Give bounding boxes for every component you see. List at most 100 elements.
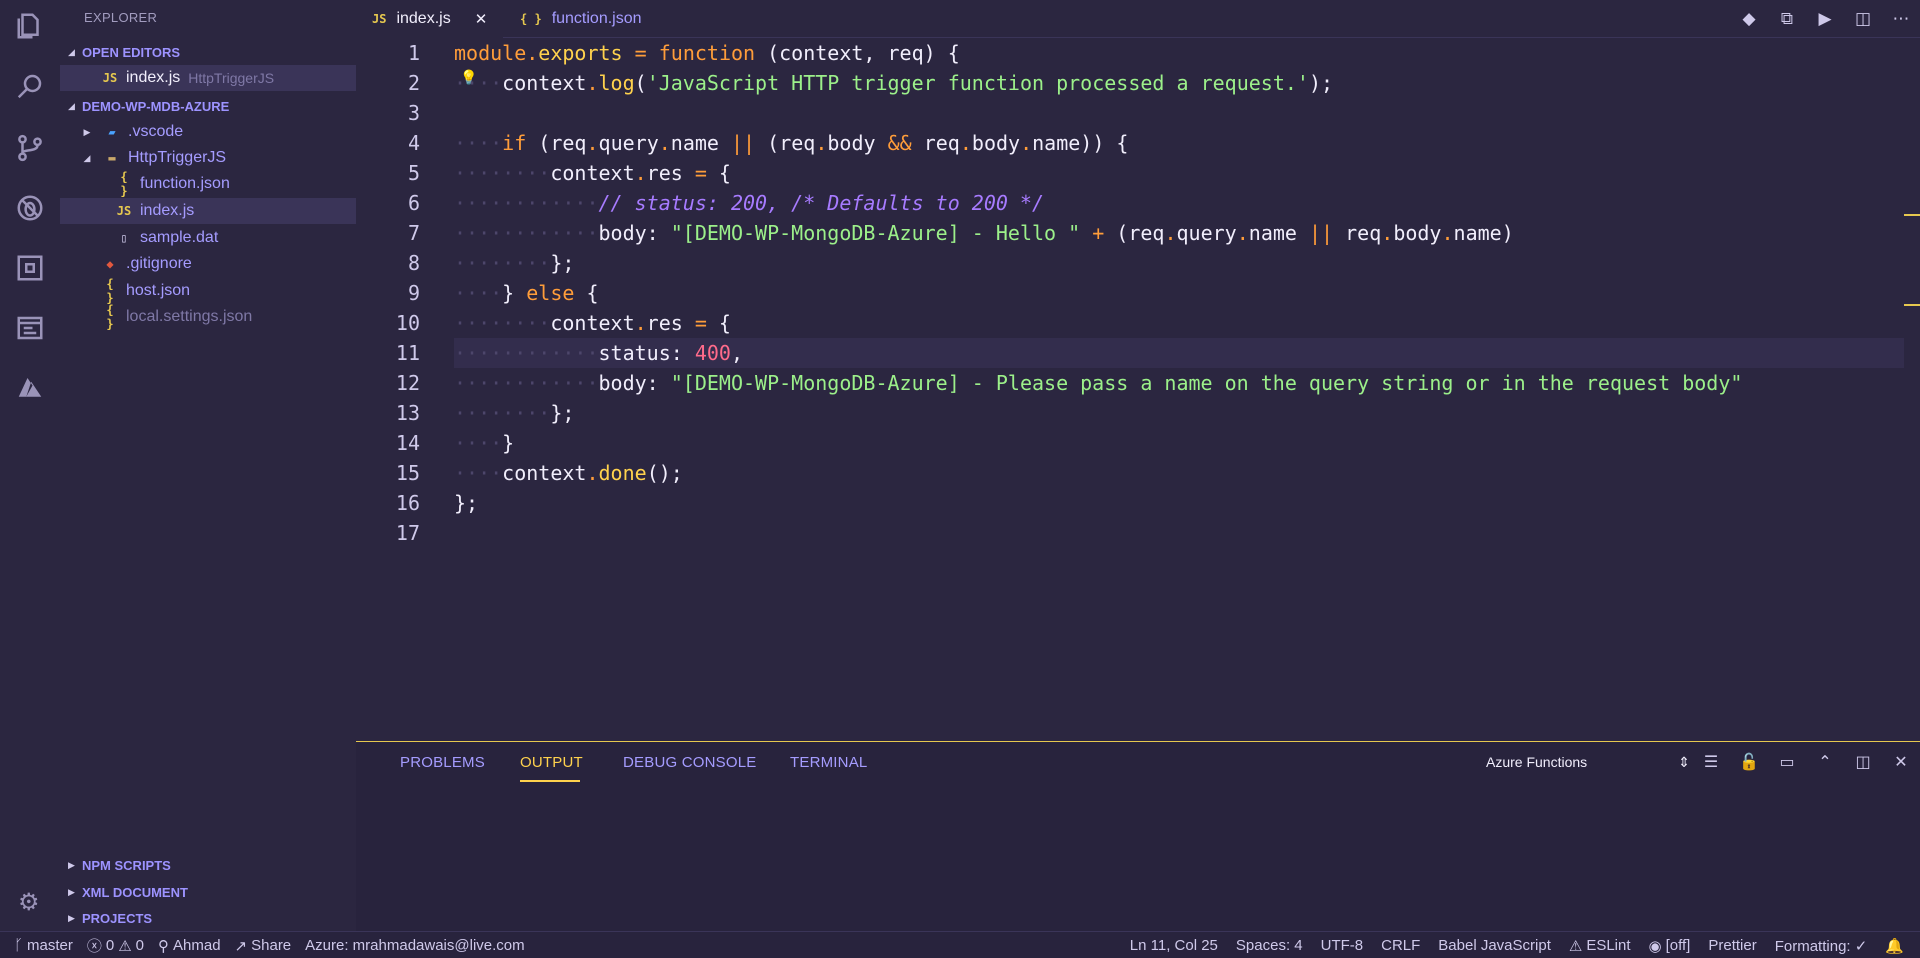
azure-icon[interactable] [12, 370, 48, 406]
code-line[interactable]: }; [454, 488, 478, 518]
code-line[interactable]: ····if (req.query.name || (req.body && r… [454, 128, 1128, 158]
azure-account[interactable]: Azure: mrahmadawais@live.com [305, 937, 524, 954]
eslint-label: ESLint [1586, 937, 1631, 954]
explorer-sidebar: EXPLORER ◢ OPEN EDITORS JS index.js Http… [60, 0, 356, 931]
line-number: 10 [395, 311, 420, 335]
maximize-panel-icon[interactable]: ⌃ [1806, 752, 1844, 772]
tab-index-js[interactable]: JS index.js ✕ [356, 0, 504, 38]
project-section[interactable]: ◢ DEMO-WP-MDB-AZURE [60, 95, 356, 117]
vscode-window: ⚙ EXPLORER ◢ OPEN EDITORS JS index.js Ht… [0, 0, 1920, 958]
error-count: 0 [105, 937, 115, 954]
user-indicator[interactable]: ⚲ Ahmad [158, 937, 221, 955]
tab-label: function.json [551, 10, 642, 27]
projects-section[interactable]: ▶ PROJECTS [60, 905, 356, 931]
share-button[interactable]: ↗ Share [235, 937, 292, 955]
section-label: NPM SCRIPTS [82, 857, 171, 873]
indentation[interactable]: Spaces: 4 [1236, 937, 1303, 954]
explorer-icon[interactable] [12, 8, 48, 44]
code-token: context [502, 71, 587, 95]
azure-account-label: Azure: mrahmadawais@live.com [305, 937, 525, 954]
chevron-down-icon: ◢ [68, 46, 75, 57]
tab-terminal[interactable]: TERMINAL [790, 754, 867, 771]
tree-item-gitignore[interactable]: ◆ .gitignore [60, 251, 356, 277]
code-token: }; [550, 251, 575, 275]
code-token: ···· [454, 431, 503, 455]
code-line[interactable]: ····context.done(); [454, 458, 683, 488]
code-token: query [1176, 221, 1237, 245]
encoding[interactable]: UTF-8 [1321, 937, 1364, 954]
tree-item-index-js[interactable]: JS index.js [60, 198, 356, 224]
split-editor-icon[interactable]: ◫ [1844, 9, 1882, 29]
eslint-status[interactable]: ⚠ ESLint [1569, 937, 1631, 955]
code-line[interactable]: ····context.log('JavaScript HTTP trigger… [454, 68, 1333, 98]
code-token: . [959, 131, 972, 155]
live-status[interactable]: ◉ [off] [1649, 937, 1691, 955]
cursor-position[interactable]: Ln 11, Col 25 [1130, 937, 1218, 954]
code-line[interactable]: ············// status: 200, /* Defaults … [454, 188, 1044, 218]
tab-label: index.js [396, 10, 451, 27]
code-line[interactable]: ····} [454, 428, 514, 458]
close-icon[interactable]: ✕ [475, 10, 488, 28]
open-editors-section[interactable]: ◢ OPEN EDITORS [60, 41, 356, 63]
sidebar-title: EXPLORER [84, 10, 158, 25]
code-line[interactable]: ············status: 400, [454, 338, 1904, 368]
end-of-line[interactable]: CRLF [1381, 937, 1420, 954]
panel-layout-icon[interactable]: ◫ [1844, 752, 1882, 772]
npm-scripts-section[interactable]: ▶ NPM SCRIPTS [60, 852, 356, 878]
problems-indicator[interactable]: ⓧ 0 ⚠ 0 [87, 935, 144, 956]
code-token: + [1092, 221, 1105, 245]
open-log-icon[interactable]: ▭ [1768, 752, 1806, 772]
tree-item-label: sample.dat [140, 229, 219, 246]
code-token: ); [1308, 71, 1334, 95]
code-line[interactable]: ········}; [454, 398, 574, 428]
code-line[interactable]: ············body: "[DEMO-WP-MongoDB-Azur… [454, 218, 1514, 248]
more-actions-icon[interactable]: ⋯ [1882, 9, 1920, 29]
tab-debug-console[interactable]: DEBUG CONSOLE [623, 754, 756, 771]
xml-document-section[interactable]: ▶ XML DOCUMENT [60, 879, 356, 905]
code-line[interactable]: ········context.res = { [454, 308, 731, 338]
code-token: (context, req) { [755, 41, 960, 65]
tab-function-json[interactable]: { } function.json [504, 0, 658, 38]
tree-item-sample-dat[interactable]: ▯ sample.dat [60, 225, 356, 251]
code-line[interactable]: ············body: "[DEMO-WP-MongoDB-Azur… [454, 368, 1742, 398]
tab-output[interactable]: OUTPUT [520, 754, 583, 771]
code-token: res [646, 161, 695, 185]
open-changes-icon[interactable]: ⧉ [1768, 9, 1806, 29]
git-compare-icon[interactable]: ◆ [1730, 9, 1768, 29]
close-icon[interactable]: ✕ [1882, 752, 1920, 772]
branch-indicator[interactable]: ᚴ master [14, 937, 73, 954]
extensions-icon[interactable] [12, 250, 48, 286]
code-line[interactable]: ········}; [454, 248, 574, 278]
tree-item-label: host.json [126, 282, 191, 299]
line-number: 4 [407, 131, 420, 155]
tree-item-host-json[interactable]: { } host.json [60, 277, 356, 305]
output-channel-select[interactable]: Azure Functions ⇕ [1486, 754, 1690, 771]
code-line[interactable]: ········context.res = { [454, 158, 731, 188]
lock-icon[interactable]: 🔓 [1730, 752, 1768, 772]
settings-gear-icon[interactable]: ⚙ [18, 888, 40, 917]
notifications-bell-icon[interactable]: 🔔 [1885, 937, 1904, 955]
tab-problems[interactable]: PROBLEMS [400, 754, 485, 771]
code-token: ········ [454, 311, 551, 335]
source-control-icon[interactable] [12, 130, 48, 166]
code-token: else [526, 281, 575, 305]
search-icon[interactable] [12, 68, 48, 104]
prettier-status[interactable]: Prettier [1708, 937, 1756, 954]
code-line[interactable]: ····} else { [454, 278, 599, 308]
language-mode[interactable]: Babel JavaScript [1438, 937, 1551, 954]
formatting-status[interactable]: Formatting: ✓ [1775, 937, 1868, 955]
panel-actions: ☰ 🔓 ▭ ⌃ ◫ ✕ [1692, 748, 1920, 776]
editor-actions: ◆ ⧉ ▶ ◫ ⋯ [1730, 0, 1920, 38]
tree-item-function-json[interactable]: { } function.json [60, 170, 356, 198]
debug-icon[interactable] [12, 190, 48, 226]
clear-output-icon[interactable]: ☰ [1692, 752, 1730, 772]
code-token: . [526, 41, 539, 65]
code-editor[interactable]: 1 2 3 4 5 6 7 8 9 10 11 12 13 14 15 16 1… [356, 38, 1920, 741]
tree-item-httptriggerjs[interactable]: ◢ ▬ HttpTriggerJS [60, 145, 356, 171]
tree-item-vscode[interactable]: ▶ ▰ .vscode [60, 119, 356, 145]
code-line[interactable]: module.exports = function (context, req)… [454, 38, 960, 68]
open-editor-item[interactable]: JS index.js HttpTriggerJS [60, 65, 356, 91]
tree-item-local-settings-json[interactable]: { } local.settings.json [60, 303, 356, 331]
run-icon[interactable]: ▶ [1806, 9, 1844, 29]
remote-explorer-icon[interactable] [12, 310, 48, 346]
